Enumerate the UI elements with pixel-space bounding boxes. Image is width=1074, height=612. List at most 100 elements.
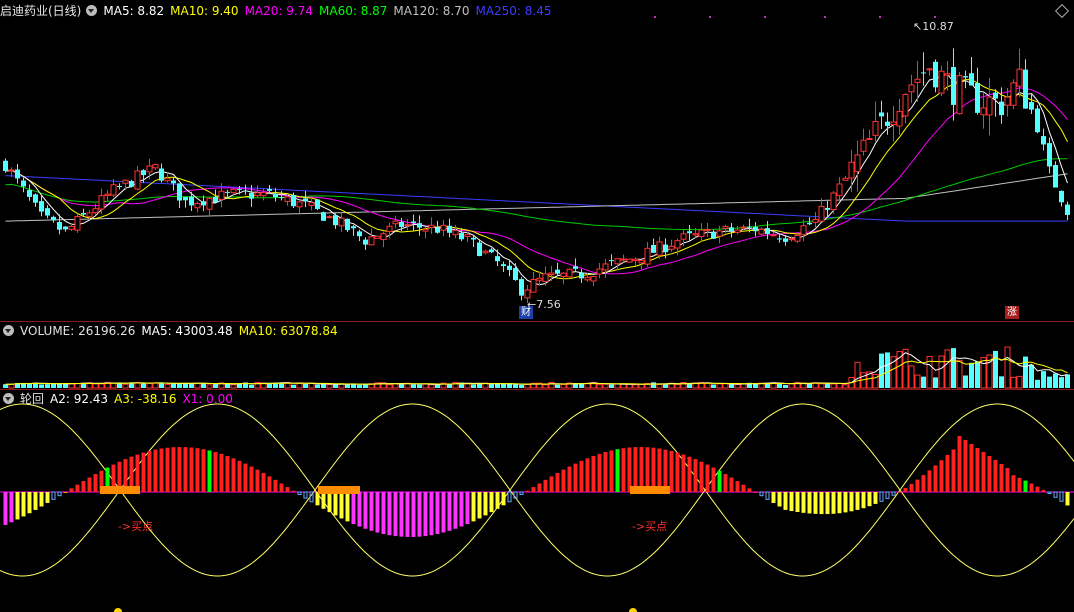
candle-body	[519, 279, 524, 296]
cycle-bar	[405, 492, 410, 537]
candle-body	[380, 233, 387, 241]
volume-bar	[914, 374, 921, 389]
cycle-bar	[15, 492, 20, 520]
cycle-bar	[981, 452, 986, 492]
candle-body	[177, 183, 182, 201]
cycle-bar	[669, 450, 674, 492]
candle-body	[848, 161, 855, 179]
volume-bar	[51, 383, 56, 388]
candle-body	[428, 224, 435, 228]
stock-title: 启迪药业(日线)	[0, 4, 82, 18]
candle-body	[374, 235, 381, 239]
candle-body	[134, 170, 141, 190]
candle-body	[249, 192, 254, 199]
high-price-label: 10.87	[922, 20, 954, 33]
cycle-bar	[63, 492, 68, 493]
candle-body	[542, 273, 549, 283]
candle-body	[596, 268, 603, 275]
cycle-bar	[549, 476, 554, 492]
cycle-bar	[1047, 491, 1052, 494]
candle-body	[866, 138, 873, 141]
volume-bar	[542, 384, 549, 389]
cycle-bar	[957, 436, 962, 492]
candle-body	[807, 222, 812, 225]
cycle-bar	[843, 492, 848, 513]
cycle-bar	[273, 479, 278, 492]
candle-body	[656, 241, 663, 256]
candle-body	[758, 228, 765, 235]
cycle-bar	[627, 447, 632, 492]
volume-bar	[1029, 364, 1034, 388]
cycle-bar	[507, 491, 512, 503]
volume-bar	[729, 384, 734, 388]
volume-bar	[951, 348, 956, 388]
cycle-bar	[231, 458, 236, 492]
volume-bar	[326, 384, 333, 389]
cycle-bar	[291, 490, 296, 492]
cycle-bar	[381, 492, 386, 534]
candle-body	[698, 229, 705, 237]
cycle-bar	[675, 452, 680, 492]
candle-body	[368, 236, 375, 246]
volume-bar	[711, 384, 716, 388]
candle-body	[51, 216, 56, 221]
candle-body	[830, 192, 837, 210]
candle-body	[579, 272, 584, 279]
dropdown-icon[interactable]	[3, 393, 14, 404]
volume-bar	[249, 384, 254, 388]
volume-bar	[656, 383, 663, 389]
cycle-panel-header: 轮回 A2: 92.43 A3: -38.16 X1: 0.00	[0, 391, 239, 407]
candle-body	[969, 73, 974, 86]
volume-bar	[513, 384, 518, 388]
stock-chart[interactable]: 启迪药业(日线) MA5: 8.82 MA10: 9.40 MA20: 9.74 MA6…	[0, 0, 1074, 612]
dropdown-icon[interactable]	[3, 325, 14, 336]
volume-bar	[777, 383, 782, 388]
candle-body	[459, 233, 464, 240]
candle-body	[1041, 136, 1046, 145]
volume-bar	[57, 383, 62, 388]
cycle-bar	[363, 492, 368, 529]
volume-bar	[519, 384, 524, 388]
candle-body	[411, 221, 416, 224]
candle-body	[225, 191, 230, 193]
cycle-bar	[837, 492, 842, 514]
cycle-bar	[801, 492, 806, 513]
cycle-bar	[903, 487, 908, 492]
ma20-value: MA20: 9.74	[244, 4, 313, 18]
candle-body	[338, 217, 345, 227]
candle-body	[141, 170, 146, 176]
candle-body	[812, 218, 819, 223]
cycle-bar	[867, 492, 872, 507]
volume-bar	[956, 359, 963, 389]
candle-body	[452, 229, 459, 236]
cycle-bar	[531, 487, 536, 492]
finance-badge[interactable]: 财	[519, 306, 533, 319]
candle-body	[464, 234, 471, 238]
candle-body	[482, 250, 489, 254]
cycle-bar	[33, 492, 38, 510]
cycle-bar	[711, 467, 716, 492]
candle-body	[86, 212, 93, 217]
volume-bar	[495, 383, 500, 388]
volume-bar	[213, 384, 218, 388]
volume-bar	[471, 384, 476, 388]
candle-body	[315, 199, 320, 209]
volume-bar	[164, 383, 171, 389]
cycle-bar	[3, 492, 8, 525]
rise-badge[interactable]: 涨	[1005, 306, 1019, 319]
candle-body	[632, 258, 639, 261]
volume-bar	[501, 384, 506, 388]
cycle-bar	[819, 492, 824, 515]
a2-value: A2: 92.43	[50, 392, 109, 406]
candle-body	[507, 265, 512, 270]
dropdown-icon[interactable]	[86, 5, 98, 16]
cycle-bar	[597, 453, 602, 492]
volume-bar	[651, 382, 656, 388]
cycle-bar	[201, 449, 206, 492]
cycle-bar	[651, 447, 656, 492]
volume-ma10-value: MA10: 63078.84	[238, 324, 338, 338]
cycle-bar	[615, 449, 620, 492]
volume-value: VOLUME: 26196.26	[20, 324, 136, 338]
cycle-bar	[495, 492, 500, 509]
cycle-bar	[249, 466, 254, 492]
